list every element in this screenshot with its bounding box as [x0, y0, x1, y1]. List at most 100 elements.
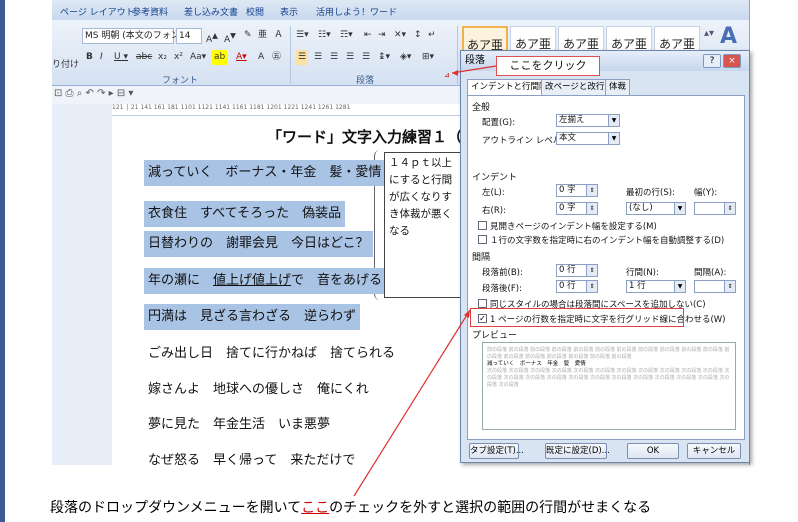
- superscript-button[interactable]: x²: [174, 50, 183, 65]
- alignment-label: 配置(G):: [482, 118, 516, 128]
- font-size-select[interactable]: 14: [176, 28, 202, 44]
- enclose-char-icon[interactable]: Ａ: [274, 28, 283, 43]
- qat-icons[interactable]: ⊡ ⎙ ⌕ ↶ ↷ ▸ ⊟ ▾: [54, 88, 133, 99]
- tab-page-break[interactable]: 改ページと改行: [541, 79, 609, 95]
- tab-addins[interactable]: 活用しよう！ワード: [316, 5, 397, 18]
- tab-references[interactable]: 参考資料: [132, 5, 168, 18]
- indent-spacing-panel: 全般 配置(G): 左揃え ▼ アウトライン レベル(O): 本文 ▼ インデント …: [467, 95, 745, 440]
- poem-line-start: 年の瀬に: [148, 273, 214, 288]
- width-spinner[interactable]: ⇕: [694, 202, 736, 215]
- distributed-icon[interactable]: ☰: [362, 50, 370, 65]
- poem-line[interactable]: 減っていく ボーナス・年金 髪・愛情: [144, 160, 386, 186]
- justify-icon[interactable]: ☰: [346, 50, 354, 65]
- first-line-value: (なし): [629, 203, 653, 213]
- at-spinner[interactable]: ⇕: [694, 280, 736, 293]
- poem-line[interactable]: 円満は 見ざる言わざる 逆らわず: [144, 304, 361, 330]
- grow-font-icon[interactable]: A▲: [206, 28, 218, 45]
- alignment-select[interactable]: 左揃え ▼: [556, 114, 620, 127]
- align-center-icon[interactable]: ☰: [314, 50, 322, 65]
- chevron-down-icon: ▼: [608, 133, 619, 144]
- ribbon-tab-bar: ページ レイアウト 参考資料 差し込み文書 校閲 表示 活用しよう！ワード: [52, 0, 749, 20]
- tab-review[interactable]: 校閲: [246, 5, 264, 18]
- mirror-indent-label: 見開きページのインデント幅を設定する(M): [490, 222, 657, 232]
- sort-icon[interactable]: ↕: [414, 28, 422, 43]
- help-button[interactable]: ?: [703, 54, 721, 68]
- tab-mailings[interactable]: 差し込み文書: [184, 5, 238, 18]
- tabs-button[interactable]: タブ設定(T)...: [469, 443, 524, 459]
- paste-label[interactable]: り付け: [52, 58, 79, 73]
- indent-right-spinner[interactable]: 0 字 ⇕: [556, 202, 598, 215]
- auto-adjust-label: １行の文字数を指定時に右のインデント幅を自動調整する(D): [490, 236, 725, 246]
- comment-box[interactable]: １４ｐｔ以上にすると行間が広くなりすき体裁が悪くなる: [384, 152, 462, 298]
- ok-button[interactable]: OK: [627, 443, 679, 459]
- char-shading-icon[interactable]: A: [258, 50, 264, 65]
- tab-view[interactable]: 表示: [280, 5, 298, 18]
- paragraph-dialog-launcher-icon[interactable]: ⊿: [444, 68, 450, 83]
- cancel-button[interactable]: キャンセル: [687, 443, 741, 459]
- instruction-text: 段落のドロップダウンメニューを開いてここのチェックを外すと選択の範囲の行間がせま…: [50, 497, 651, 517]
- gallery-scroll-icon[interactable]: ▴▾: [704, 28, 714, 39]
- outline-select[interactable]: 本文 ▼: [556, 132, 620, 145]
- tab-indent-spacing[interactable]: インデントと行間隔: [467, 79, 552, 96]
- tab-page-layout[interactable]: ページ レイアウト: [60, 5, 135, 18]
- tab-asian-typography[interactable]: 体裁: [605, 79, 631, 95]
- document-title: 「ワード」文字入力練習１（: [267, 128, 463, 146]
- multilevel-list-icon[interactable]: ☶▾: [340, 28, 353, 43]
- poem-line[interactable]: 嫁さんよ 地球への優しさ 俺にくれ: [144, 377, 373, 403]
- poem-line[interactable]: 夢に見た 年金生活 いま悪夢: [144, 412, 334, 438]
- change-case-button[interactable]: Aa▾: [190, 50, 206, 65]
- spinner-icon: ⇕: [724, 203, 735, 214]
- align-right-icon[interactable]: ☰: [330, 50, 338, 65]
- poem-line-end: で 音をあげる: [291, 273, 383, 288]
- auto-adjust-checkbox[interactable]: [478, 235, 487, 244]
- no-space-checkbox[interactable]: [478, 299, 487, 308]
- poem-line[interactable]: 日替わりの 謝罪会見 今日はどこ？: [144, 231, 373, 257]
- increase-indent-icon[interactable]: ⇥: [378, 28, 386, 43]
- width-label: 幅(Y):: [694, 188, 718, 198]
- clear-format-icon[interactable]: ✎: [244, 28, 252, 43]
- enclosed-char-icon[interactable]: ㊄: [272, 50, 281, 65]
- border-icon[interactable]: ⊞▾: [422, 50, 434, 65]
- indent-left-spinner[interactable]: 0 字 ⇕: [556, 184, 598, 197]
- line-spacing-select[interactable]: 1 行 ▼: [626, 280, 686, 293]
- chevron-down-icon: ▼: [674, 281, 685, 292]
- underline-button[interactable]: U ▾: [114, 50, 128, 65]
- shrink-font-icon[interactable]: A▼: [224, 28, 236, 45]
- poem-underlined: 値上げ値上げ: [213, 273, 292, 288]
- change-styles-icon[interactable]: A: [720, 24, 737, 49]
- before-value: 0 行: [559, 265, 576, 275]
- screenshot-frame: { "ribbon_tabs": ["ページ レイアウト", "参考資料", "…: [0, 0, 798, 522]
- align-left-icon[interactable]: ☰: [296, 50, 309, 65]
- close-button[interactable]: ×: [723, 54, 741, 68]
- preview-box: 前の段落 前の段落 前の段落 前の段落 前の段落 前の段落 前の段落 前の段落 …: [482, 342, 736, 430]
- after-spinner[interactable]: 0 行 ⇕: [556, 280, 598, 293]
- line-spacing-label: 行間(N):: [626, 268, 659, 278]
- subscript-button[interactable]: x₂: [158, 50, 167, 65]
- bold-button[interactable]: B: [86, 50, 93, 65]
- poem-line[interactable]: ごみ出し日 捨てに行かねば 捨てられる: [144, 341, 399, 367]
- line-spacing-icon[interactable]: ↨▾: [378, 50, 390, 65]
- spacing-heading: 間隔: [472, 253, 491, 263]
- poem-line[interactable]: なぜ怒る 早く帰って 来ただけで: [144, 448, 359, 465]
- set-default-button[interactable]: 既定に設定(D)...: [545, 443, 610, 459]
- bullets-icon[interactable]: ☰▾: [296, 28, 309, 43]
- font-color-icon[interactable]: A▾: [236, 50, 247, 65]
- phonetic-icon[interactable]: 亜: [258, 28, 267, 43]
- font-name-select[interactable]: MS 明朝 (本文のフォン: [82, 28, 180, 44]
- instruction-link[interactable]: ここ: [301, 500, 329, 516]
- first-line-select[interactable]: (なし) ▼: [626, 202, 686, 215]
- show-marks-icon[interactable]: ↵: [428, 28, 436, 43]
- numbering-icon[interactable]: ☷▾: [318, 28, 331, 43]
- asian-layout-icon[interactable]: ✕▾: [394, 28, 406, 43]
- strikethrough-button[interactable]: abc: [136, 50, 152, 65]
- italic-button[interactable]: I: [100, 50, 103, 65]
- highlight-icon[interactable]: ab: [212, 50, 228, 65]
- left-border: [0, 0, 5, 522]
- decrease-indent-icon[interactable]: ⇤: [364, 28, 372, 43]
- shading-icon[interactable]: ◈▾: [400, 50, 411, 65]
- before-spinner[interactable]: 0 行 ⇕: [556, 264, 598, 277]
- poem-line[interactable]: 衣食住 すべてそろった 偽装品: [144, 201, 346, 227]
- mirror-indent-checkbox[interactable]: [478, 221, 487, 230]
- chevron-down-icon: ▼: [674, 203, 685, 214]
- poem-line[interactable]: 年の瀬に 値上げ値上げで 音をあげる: [144, 268, 387, 294]
